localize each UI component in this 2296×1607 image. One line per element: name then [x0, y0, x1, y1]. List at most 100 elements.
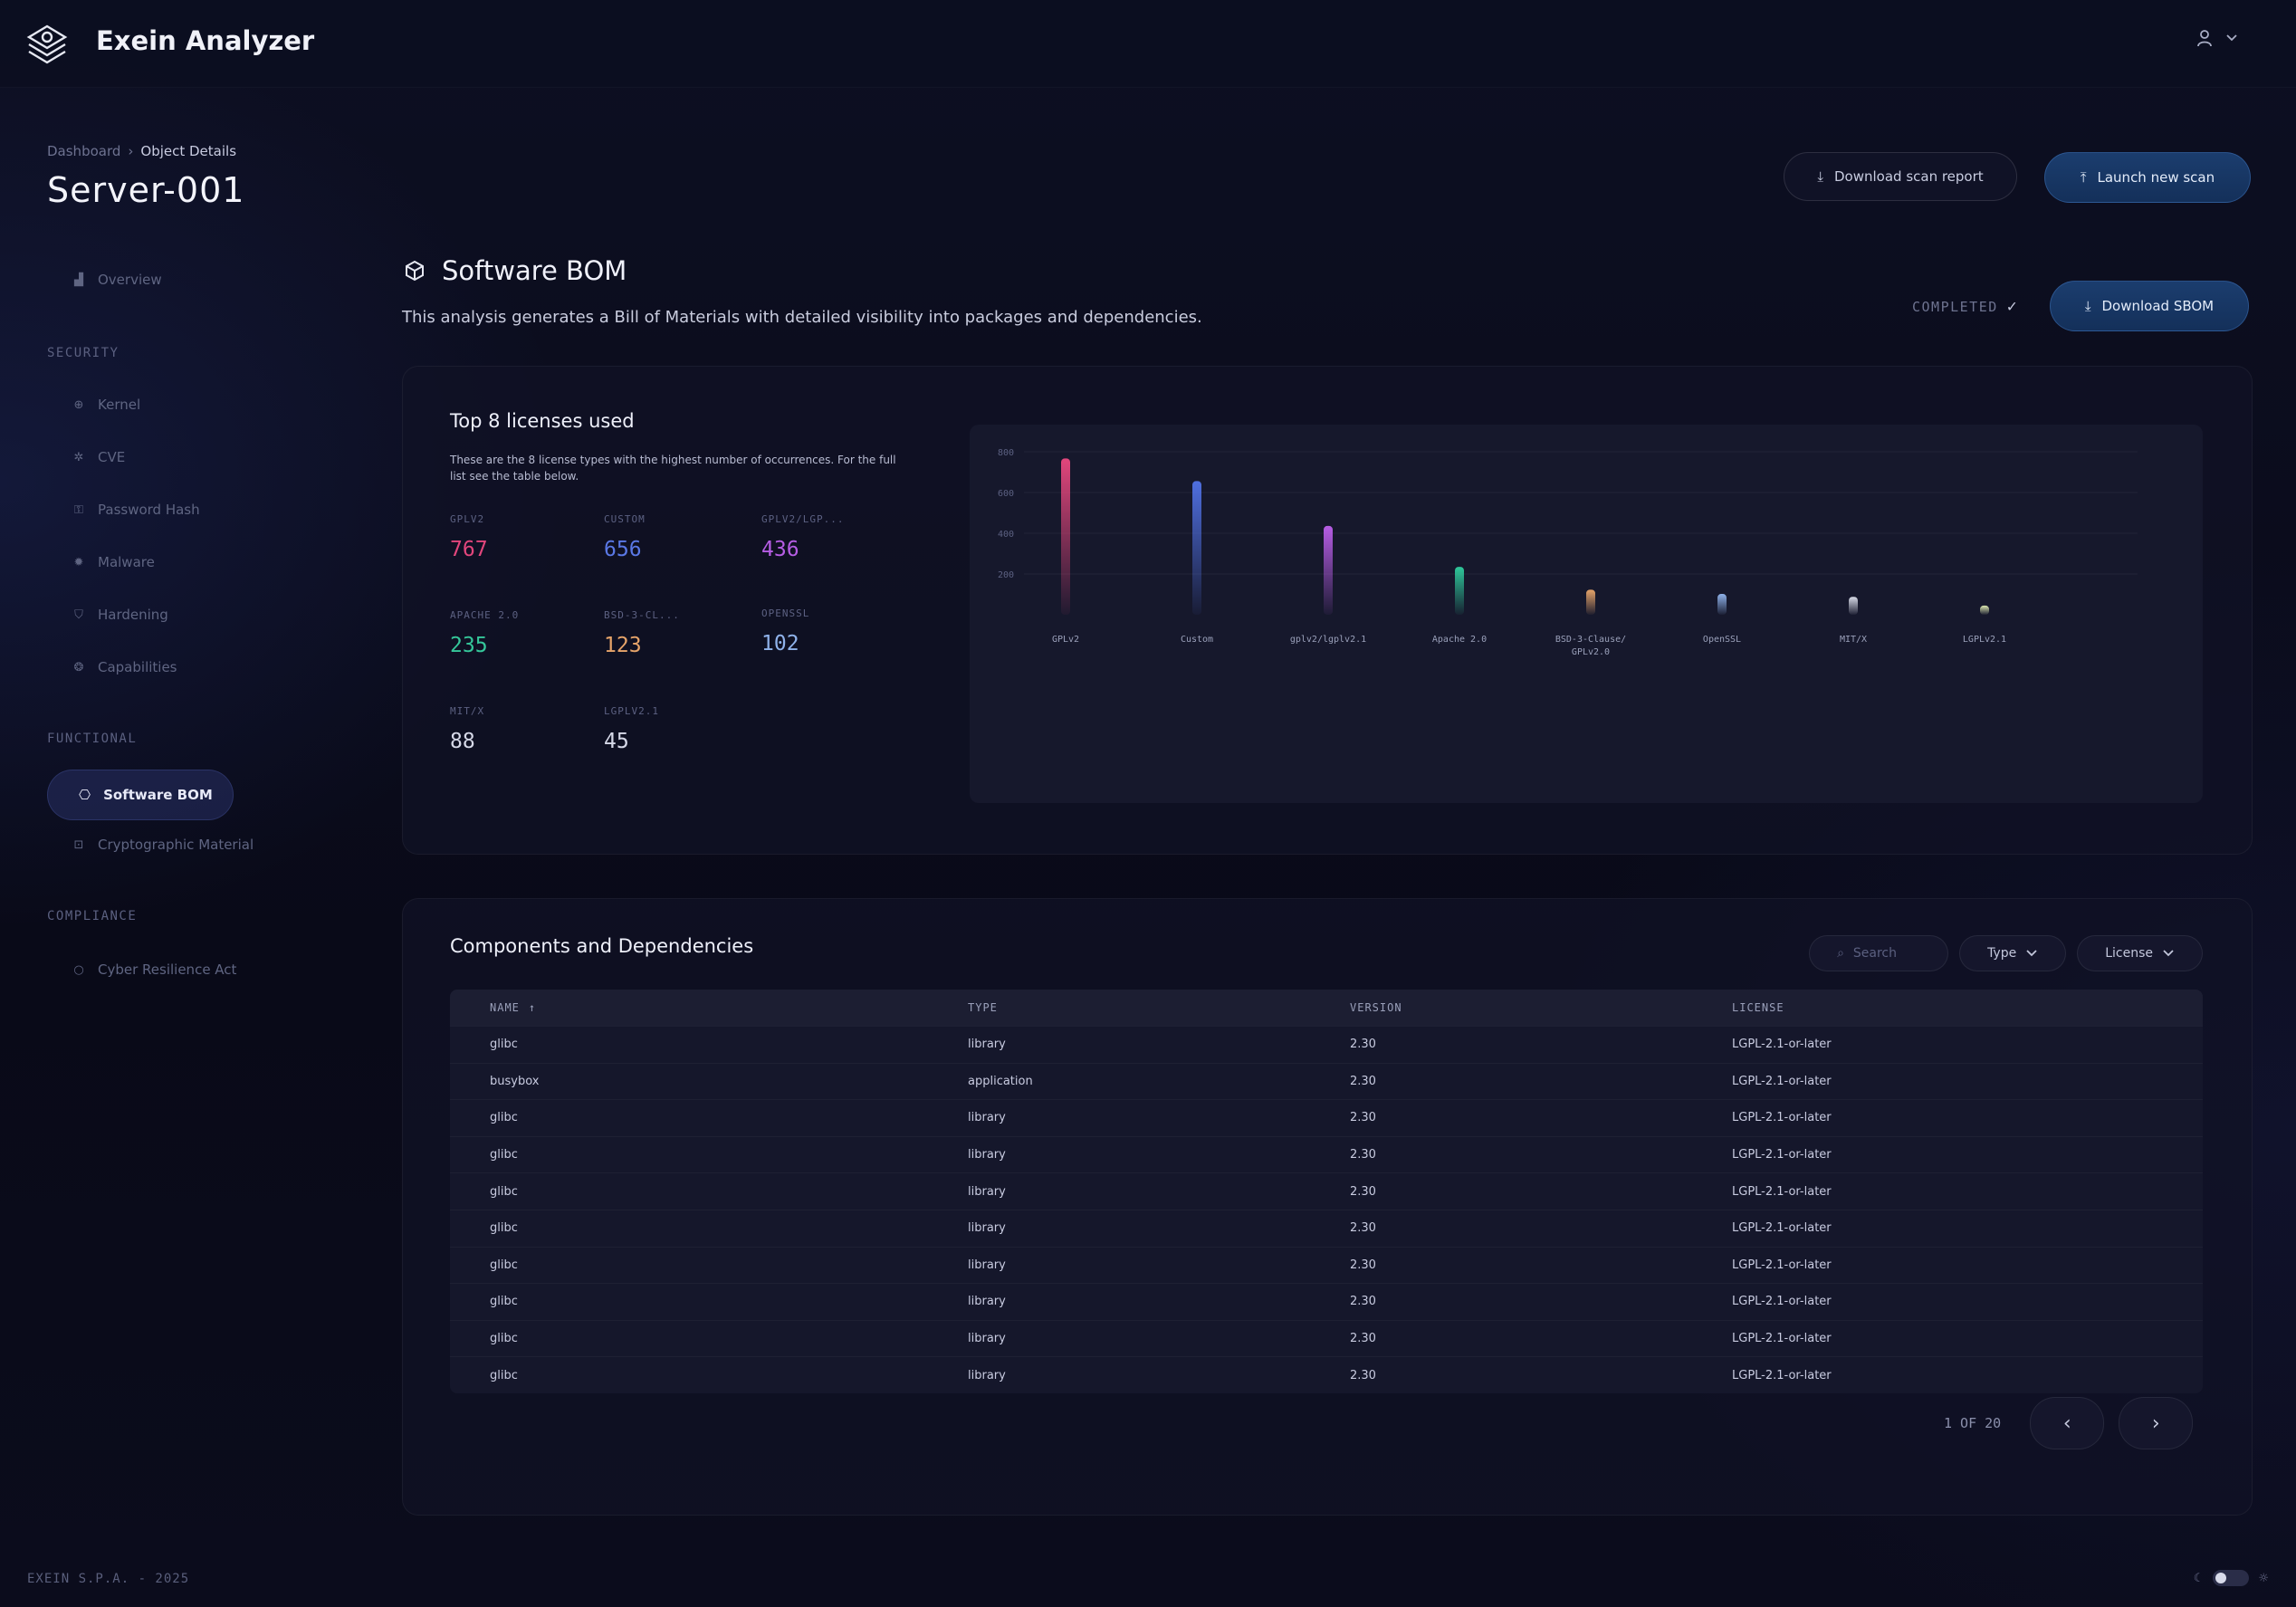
lock-icon: ⊡: [73, 837, 84, 852]
cell-version: 2.30: [1350, 1038, 1376, 1052]
pagination-text: 1 OF 20: [1944, 1415, 2002, 1431]
sidebar-item-software-bom[interactable]: ⎔ Software BOM: [47, 770, 234, 820]
license-stat-label: APACHE 2.0: [450, 609, 520, 621]
column-header-name[interactable]: NAME ↑: [490, 990, 536, 1026]
table-row[interactable]: glibc library 2.30 LGPL-2.1-or-later: [450, 1246, 2203, 1284]
cell-name: glibc: [490, 1295, 518, 1309]
type-filter-dropdown[interactable]: Type: [1959, 935, 2067, 971]
theme-toggle[interactable]: ☾ ☼: [2194, 1570, 2269, 1586]
cell-type: library: [968, 1184, 1006, 1199]
section-title-text: Software BOM: [442, 255, 627, 286]
upload-icon: ⤒: [2080, 169, 2087, 186]
launch-new-scan-label: Launch new scan: [2097, 169, 2215, 186]
column-header-license[interactable]: LICENSE: [1732, 990, 1784, 1026]
column-header-version[interactable]: VERSION: [1350, 990, 1402, 1026]
user-menu[interactable]: [2196, 29, 2238, 47]
cell-license: LGPL-2.1-or-later: [1732, 1148, 1832, 1162]
column-header-type[interactable]: TYPE: [968, 990, 998, 1026]
bug-icon: ✲: [73, 450, 84, 464]
sidebar-item-capabilities[interactable]: ❂ Capabilities: [72, 659, 177, 675]
app-name: Exein Analyzer: [96, 25, 315, 56]
table-row[interactable]: glibc library 2.30 LGPL-2.1-or-later: [450, 1099, 2203, 1136]
sidebar-item-label: Overview: [98, 272, 162, 288]
check-icon: ✓: [2006, 297, 2019, 316]
table-row[interactable]: glibc library 2.30 LGPL-2.1-or-later: [450, 1356, 2203, 1393]
bar-mit-x: [1849, 597, 1858, 615]
sidebar-item-cyber-resilience-act[interactable]: ○ Cyber Resilience Act: [72, 961, 236, 978]
previous-page-button[interactable]: ‹: [2030, 1397, 2105, 1449]
cell-version: 2.30: [1350, 1368, 1376, 1382]
license-stat-value: 656: [604, 538, 642, 561]
license-stat-value: 123: [604, 634, 642, 657]
cell-type: library: [968, 1221, 1006, 1236]
bar-gplv2: [1061, 458, 1070, 615]
cell-license: LGPL-2.1-or-later: [1732, 1184, 1832, 1199]
cell-version: 2.30: [1350, 1184, 1376, 1199]
license-stat: GPLV2/LGP... 436: [761, 513, 844, 561]
cell-version: 2.30: [1350, 1111, 1376, 1125]
chevron-down-icon: [2026, 950, 2037, 957]
sidebar-item-label: Capabilities: [98, 659, 177, 675]
sidebar-section-functional: FUNCTIONAL: [47, 732, 138, 746]
section-title: Software BOM: [404, 255, 627, 286]
sidebar-item-cve[interactable]: ✲ CVE: [72, 449, 126, 465]
cell-type: library: [968, 1332, 1006, 1346]
bar-lgplv2-1: [1980, 605, 1989, 615]
download-scan-report-button[interactable]: ⤓ Download scan report: [1784, 152, 2017, 201]
table-row[interactable]: glibc library 2.30 LGPL-2.1-or-later: [450, 1319, 2203, 1357]
sidebar-item-overview[interactable]: ▟ Overview: [72, 272, 162, 288]
sidebar-item-label: Software BOM: [103, 787, 213, 803]
license-stat-label: GPLV2/LGP...: [761, 513, 845, 525]
cell-version: 2.30: [1350, 1295, 1376, 1309]
sidebar-item-malware[interactable]: ✹ Malware: [72, 554, 155, 570]
license-stat: MIT/X 88: [450, 705, 484, 753]
x-tick-label: BSD-3-Clause/: [1555, 635, 1626, 645]
section-description: This analysis generates a Bill of Materi…: [402, 308, 1202, 327]
download-icon: ⤓: [1817, 168, 1823, 185]
table-row[interactable]: glibc library 2.30 LGPL-2.1-or-later: [450, 1135, 2203, 1173]
footer-copyright: EXEIN S.P.A. - 2025: [27, 1572, 190, 1586]
x-tick-label: GPLv2: [1052, 635, 1079, 645]
y-tick-label: 400: [998, 530, 1014, 540]
table-row[interactable]: glibc library 2.30 LGPL-2.1-or-later: [450, 1209, 2203, 1247]
status-text: COMPLETED: [1912, 298, 1998, 315]
licenses-title: Top 8 licenses used: [450, 410, 635, 432]
bar-openssl: [1717, 594, 1727, 615]
cell-version: 2.30: [1350, 1148, 1376, 1162]
table-row[interactable]: glibc library 2.30 LGPL-2.1-or-later: [450, 1026, 2203, 1063]
cell-type: application: [968, 1074, 1033, 1088]
cell-type: library: [968, 1258, 1006, 1272]
y-tick-label: 200: [998, 570, 1014, 580]
table-row[interactable]: busybox application 2.30 LGPL-2.1-or-lat…: [450, 1062, 2203, 1100]
license-filter-label: License: [2105, 946, 2153, 961]
y-tick-label: 800: [998, 448, 1014, 458]
table-header: NAME ↑ TYPE VERSION LICENSE: [450, 990, 2203, 1026]
sidebar-item-kernel[interactable]: ⊕ Kernel: [72, 397, 141, 413]
y-tick-label: 600: [998, 489, 1014, 499]
launch-new-scan-button[interactable]: ⤒ Launch new scan: [2044, 152, 2251, 203]
next-page-button[interactable]: ›: [2119, 1397, 2194, 1449]
license-stat-value: 45: [604, 730, 629, 753]
table-row[interactable]: glibc library 2.30 LGPL-2.1-or-later: [450, 1172, 2203, 1210]
cell-type: library: [968, 1295, 1006, 1309]
download-sbom-button[interactable]: ⤓ Download SBOM: [2050, 281, 2249, 331]
toggle-knob: [2215, 1573, 2227, 1583]
search-input[interactable]: ⌕ Search: [1809, 935, 1949, 971]
sidebar-item-label: Hardening: [98, 607, 168, 623]
licenses-description: These are the 8 license types with the h…: [450, 454, 896, 483]
download-scan-report-label: Download scan report: [1833, 168, 1984, 185]
breadcrumb-root[interactable]: Dashboard: [47, 143, 120, 159]
license-stat-value: 767: [450, 538, 488, 561]
breadcrumb: Dashboard › Object Details: [47, 143, 236, 159]
sidebar-item-hardening[interactable]: ⛉ Hardening: [72, 607, 168, 623]
table-row[interactable]: glibc library 2.30 LGPL-2.1-or-later: [450, 1283, 2203, 1320]
sidebar-item-cryptographic-material[interactable]: ⊡ Cryptographic Material: [72, 837, 254, 853]
license-filter-dropdown[interactable]: License: [2077, 935, 2203, 971]
sidebar-item-password-hash[interactable]: ⚿ Password Hash: [72, 502, 200, 518]
chevron-down-icon: [2163, 950, 2174, 957]
search-placeholder: Search: [1852, 946, 1898, 961]
pagination: 1 OF 20 ‹ ›: [1944, 1397, 2194, 1449]
user-icon: [2197, 30, 2212, 47]
x-tick-label: LGPLv2.1: [1963, 635, 2006, 645]
sidebar-item-label: Malware: [98, 554, 155, 570]
